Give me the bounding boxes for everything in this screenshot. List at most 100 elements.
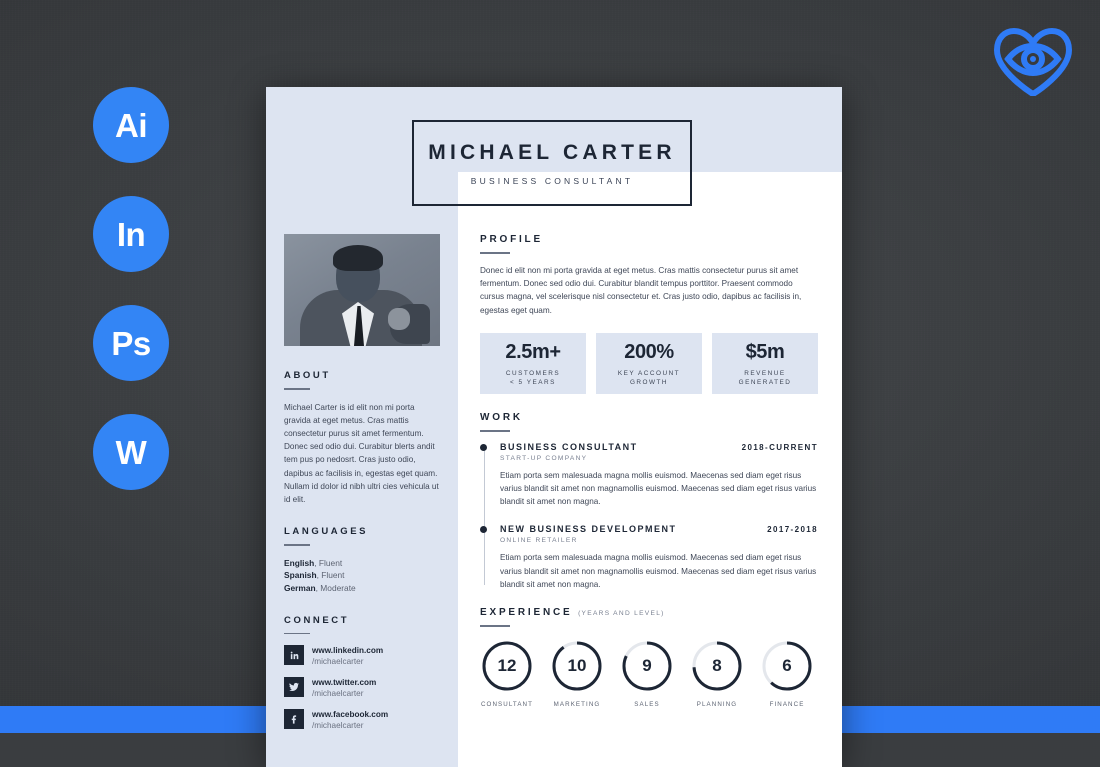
experience-ring-item: 6 FINANCE — [760, 639, 814, 708]
language-item: English, Fluent — [284, 557, 440, 570]
experience-heading-text: EXPERIENCE — [480, 607, 573, 619]
job-date: 2017-2018 — [767, 525, 818, 535]
timeline-dot-icon — [480, 526, 487, 534]
app-badge-indesign[interactable]: In — [93, 196, 169, 272]
connect-rule — [284, 632, 310, 635]
experience-label: FINANCE — [769, 700, 805, 708]
connect-site: www.facebook.com — [312, 710, 389, 720]
language-level: , Fluent — [314, 557, 343, 568]
resume-card: MICHAEL CARTER BUSINESS CONSULTANT ABOUT… — [266, 87, 842, 767]
heart-eye-logo — [993, 28, 1073, 96]
candidate-name: MICHAEL CARTER — [428, 140, 676, 164]
experience-value: 10 — [567, 655, 587, 675]
stat-value: 2.5m+ — [505, 340, 561, 363]
experience-ring: 6 — [760, 639, 814, 693]
connect-heading: CONNECT — [284, 614, 350, 626]
work-item: NEW BUSINESS DEVELOPMENT 2017-2018 ONLIN… — [480, 524, 818, 591]
stat-card: 200% KEY ACCOUNT GROWTH — [596, 333, 702, 395]
app-badge-label: In — [116, 215, 146, 253]
job-role: BUSINESS CONSULTANT — [500, 441, 638, 452]
experience-ring: 9 — [620, 639, 674, 693]
stat-label: CUSTOMERS < 5 YEARS — [505, 369, 561, 386]
app-badge-label: Ps — [111, 324, 151, 362]
timeline-dot-icon — [480, 443, 487, 451]
app-badge-photoshop[interactable]: Ps — [93, 305, 169, 381]
experience-subheading: (YEARS AND LEVEL) — [578, 610, 665, 618]
stats-row: 2.5m+ CUSTOMERS < 5 YEARS 200% KEY ACCOU… — [480, 333, 818, 395]
about-body: Michael Carter is id elit non mi porta g… — [284, 402, 439, 505]
language-name: English — [284, 557, 315, 568]
experience-ring-list: 12 CONSULTANT 10 MARKETING 9 SALES 8 PLANNING 6 F… — [480, 639, 818, 708]
about-heading: ABOUT — [284, 370, 331, 381]
stat-card: $5m REVENUE GENERATED — [712, 333, 818, 395]
profile-heading: PROFILE — [480, 234, 543, 245]
experience-ring: 8 — [690, 639, 744, 693]
stat-card: 2.5m+ CUSTOMERS < 5 YEARS — [480, 333, 586, 395]
facebook-icon — [284, 709, 304, 730]
language-level: , Fluent — [316, 570, 345, 581]
stat-label: KEY ACCOUNT GROWTH — [617, 369, 681, 386]
experience-value: 6 — [782, 655, 792, 675]
connect-handle: /michaelcarter — [312, 721, 364, 731]
experience-ring-item: 12 CONSULTANT — [480, 639, 534, 708]
candidate-title: BUSINESS CONSULTANT — [470, 175, 634, 186]
experience-label: CONSULTANT — [480, 700, 534, 708]
linkedin-icon — [284, 645, 304, 666]
profile-photo — [284, 234, 440, 346]
profile-rule — [480, 252, 510, 254]
profile-body: Donec id elit non mi porta gravida at eg… — [480, 265, 802, 315]
experience-value: 8 — [712, 655, 722, 675]
experience-label: SALES — [634, 700, 660, 708]
connect-site: www.linkedin.com — [312, 646, 384, 656]
experience-ring-item: 9 SALES — [620, 639, 674, 708]
photo-hair — [333, 245, 383, 271]
experience-ring-item: 8 PLANNING — [690, 639, 744, 708]
experience-heading: EXPERIENCE (YEARS AND LEVEL) — [480, 607, 818, 618]
job-description: Etiam porta sem malesuada magna mollis e… — [500, 470, 817, 507]
work-timeline: BUSINESS CONSULTANT 2018-CURRENT START-U… — [480, 442, 818, 591]
experience-ring: 10 — [550, 639, 604, 693]
about-rule — [284, 388, 310, 390]
connect-site: www.twitter.com — [312, 678, 377, 688]
work-rule — [480, 430, 510, 432]
work-heading: WORK — [480, 412, 523, 424]
stat-value: 200% — [624, 340, 674, 363]
experience-ring-item: 10 MARKETING — [550, 639, 604, 708]
stat-label: REVENUE GENERATED — [738, 369, 792, 386]
languages-heading: LANGUAGES — [284, 526, 369, 538]
twitter-icon — [284, 677, 304, 698]
resume-sidebar: ABOUT Michael Carter is id elit non mi p… — [266, 172, 458, 767]
experience-label: PLANNING — [696, 700, 738, 708]
job-date: 2018-CURRENT — [741, 442, 818, 452]
experience-value: 9 — [642, 655, 652, 675]
resume-body: ABOUT Michael Carter is id elit non mi p… — [266, 172, 842, 767]
job-role: NEW BUSINESS DEVELOPMENT — [500, 524, 677, 535]
experience-ring: 12 — [480, 639, 534, 693]
app-badge-word[interactable]: W — [93, 414, 169, 490]
experience-value: 12 — [497, 655, 517, 675]
job-description: Etiam porta sem malesuada magna mollis e… — [500, 553, 817, 589]
app-badge-label: Ai — [115, 106, 148, 144]
language-name: German — [284, 583, 316, 593]
stat-value: $5m — [745, 340, 785, 363]
resume-main-column: PROFILE Donec id elit non mi porta gravi… — [458, 172, 842, 767]
app-badge-illustrator[interactable]: Ai — [93, 87, 169, 163]
job-company: ONLINE RETAILER — [500, 537, 578, 545]
timeline-line — [483, 447, 485, 586]
language-name: Spanish — [284, 570, 317, 581]
job-company: START-UP COMPANY — [500, 454, 588, 462]
photo-hand — [388, 308, 410, 330]
languages-rule — [284, 544, 310, 546]
language-item: Spanish, Fluent — [284, 569, 440, 582]
experience-rule — [480, 625, 510, 627]
connect-item-facebook[interactable]: www.facebook.com /michaelcarter — [284, 709, 440, 731]
app-badge-label: W — [115, 433, 147, 471]
work-item: BUSINESS CONSULTANT 2018-CURRENT START-U… — [480, 441, 818, 509]
connect-item-twitter[interactable]: www.twitter.com /michaelcarter — [284, 677, 440, 699]
language-level: , Moderate — [315, 583, 356, 593]
connect-handle: /michaelcarter — [312, 657, 364, 667]
connect-handle: /michaelcarter — [312, 689, 364, 699]
connect-item-linkedin[interactable]: www.linkedin.com /michaelcarter — [284, 645, 440, 667]
app-badge-list: Ai In Ps W — [93, 87, 169, 523]
experience-label: MARKETING — [553, 700, 601, 708]
